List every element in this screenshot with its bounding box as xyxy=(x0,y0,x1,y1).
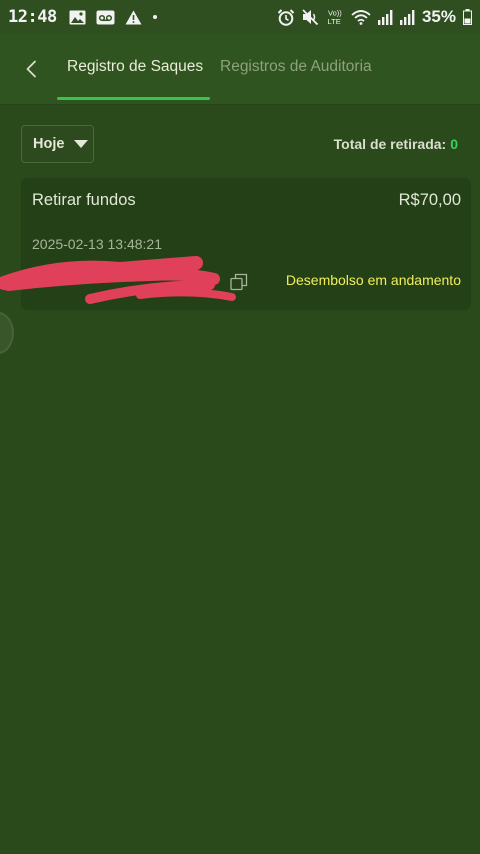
chevron-left-icon xyxy=(26,60,36,78)
dot-icon xyxy=(152,14,158,20)
signal-icon xyxy=(399,9,415,25)
battery-icon xyxy=(463,9,472,25)
divider xyxy=(0,104,480,105)
tab-registro-de-saques[interactable]: Registro de Saques xyxy=(67,58,203,76)
battery-percent: 35% xyxy=(421,7,456,26)
back-button[interactable] xyxy=(18,56,44,82)
floating-assist-handle[interactable] xyxy=(0,312,14,354)
date-filter-dropdown[interactable]: Hoje xyxy=(21,125,94,163)
status-bar: 12:48 Vo)) LTE 35% xyxy=(0,0,480,34)
redaction-scribble xyxy=(0,256,236,304)
total-withdrawal-label: Total de retirada: xyxy=(333,136,447,152)
svg-text:LTE: LTE xyxy=(327,17,340,26)
image-icon xyxy=(69,10,86,25)
record-amount: R$70,00 xyxy=(398,191,461,209)
alarm-icon xyxy=(277,8,295,26)
date-filter-value: Hoje xyxy=(33,136,65,152)
tab-registros-de-auditoria[interactable]: Registros de Auditoria xyxy=(220,58,372,76)
app-header: Registro de Saques Registros de Auditori… xyxy=(0,34,480,104)
caret-down-icon xyxy=(74,140,89,148)
record-status: Desembolso em andamento xyxy=(285,272,461,288)
mute-icon xyxy=(302,9,319,25)
warning-icon xyxy=(125,10,142,25)
status-time: 12:48 xyxy=(8,7,57,27)
signal-icon xyxy=(377,9,393,25)
total-withdrawal: Total de retirada: 0 xyxy=(334,136,458,152)
record-title: Retirar fundos xyxy=(32,191,136,209)
voicemail-icon xyxy=(96,10,115,25)
total-withdrawal-value: 0 xyxy=(450,136,458,152)
volte-icon: Vo)) LTE xyxy=(326,8,344,27)
record-datetime: 2025-02-13 13:48:21 xyxy=(32,236,162,252)
wifi-icon xyxy=(351,9,371,25)
active-tab-indicator xyxy=(57,97,210,100)
